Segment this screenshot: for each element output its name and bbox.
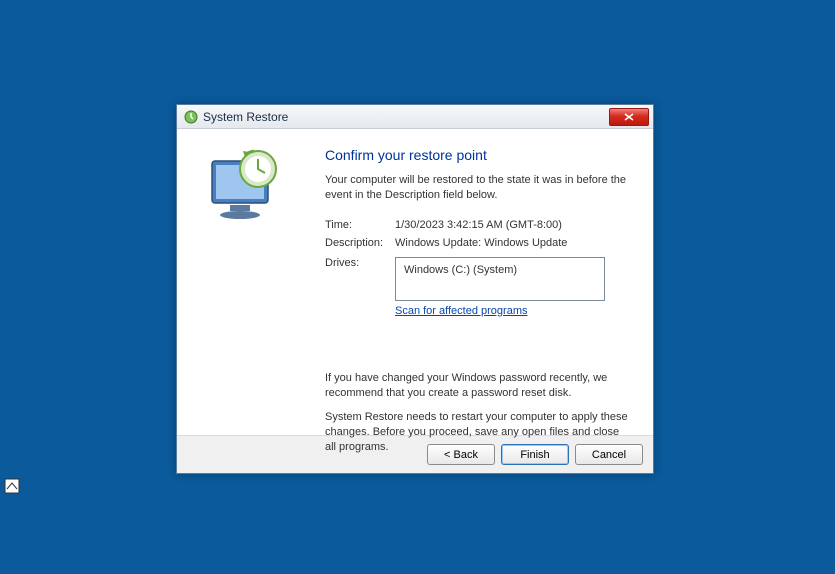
dialog-content: Confirm your restore point Your computer… bbox=[177, 129, 653, 435]
drives-listbox: Windows (C:) (System) bbox=[395, 257, 605, 301]
drives-value: Windows (C:) (System) bbox=[404, 264, 517, 276]
system-restore-icon bbox=[183, 109, 199, 125]
drives-row: Drives: Windows (C:) (System) bbox=[325, 257, 631, 301]
close-button[interactable] bbox=[609, 108, 649, 126]
page-heading: Confirm your restore point bbox=[325, 147, 631, 163]
main-panel: Confirm your restore point Your computer… bbox=[317, 129, 653, 435]
scan-affected-programs-link[interactable]: Scan for affected programs bbox=[395, 305, 527, 317]
page-subtext: Your computer will be restored to the st… bbox=[325, 173, 631, 203]
restore-monitor-icon bbox=[192, 141, 302, 231]
system-restore-dialog: System Restore Confirm your restore poin… bbox=[176, 104, 654, 474]
cancel-button[interactable]: Cancel bbox=[575, 444, 643, 465]
time-row: Time: 1/30/2023 3:42:15 AM (GMT-8:00) bbox=[325, 219, 631, 231]
time-label: Time: bbox=[325, 219, 395, 231]
time-value: 1/30/2023 3:42:15 AM (GMT-8:00) bbox=[395, 219, 562, 231]
description-value: Windows Update: Windows Update bbox=[395, 237, 567, 249]
window-title: System Restore bbox=[203, 110, 609, 124]
back-button[interactable]: < Back bbox=[427, 444, 495, 465]
description-row: Description: Windows Update: Windows Upd… bbox=[325, 237, 631, 249]
drives-label: Drives: bbox=[325, 257, 395, 269]
password-note: If you have changed your Windows passwor… bbox=[325, 371, 631, 401]
desktop-shortcut-icon[interactable] bbox=[4, 478, 20, 494]
notes-section: If you have changed your Windows passwor… bbox=[325, 371, 631, 455]
finish-button[interactable]: Finish bbox=[501, 444, 569, 465]
description-label: Description: bbox=[325, 237, 395, 249]
titlebar: System Restore bbox=[177, 105, 653, 129]
sidebar-image bbox=[177, 129, 317, 435]
